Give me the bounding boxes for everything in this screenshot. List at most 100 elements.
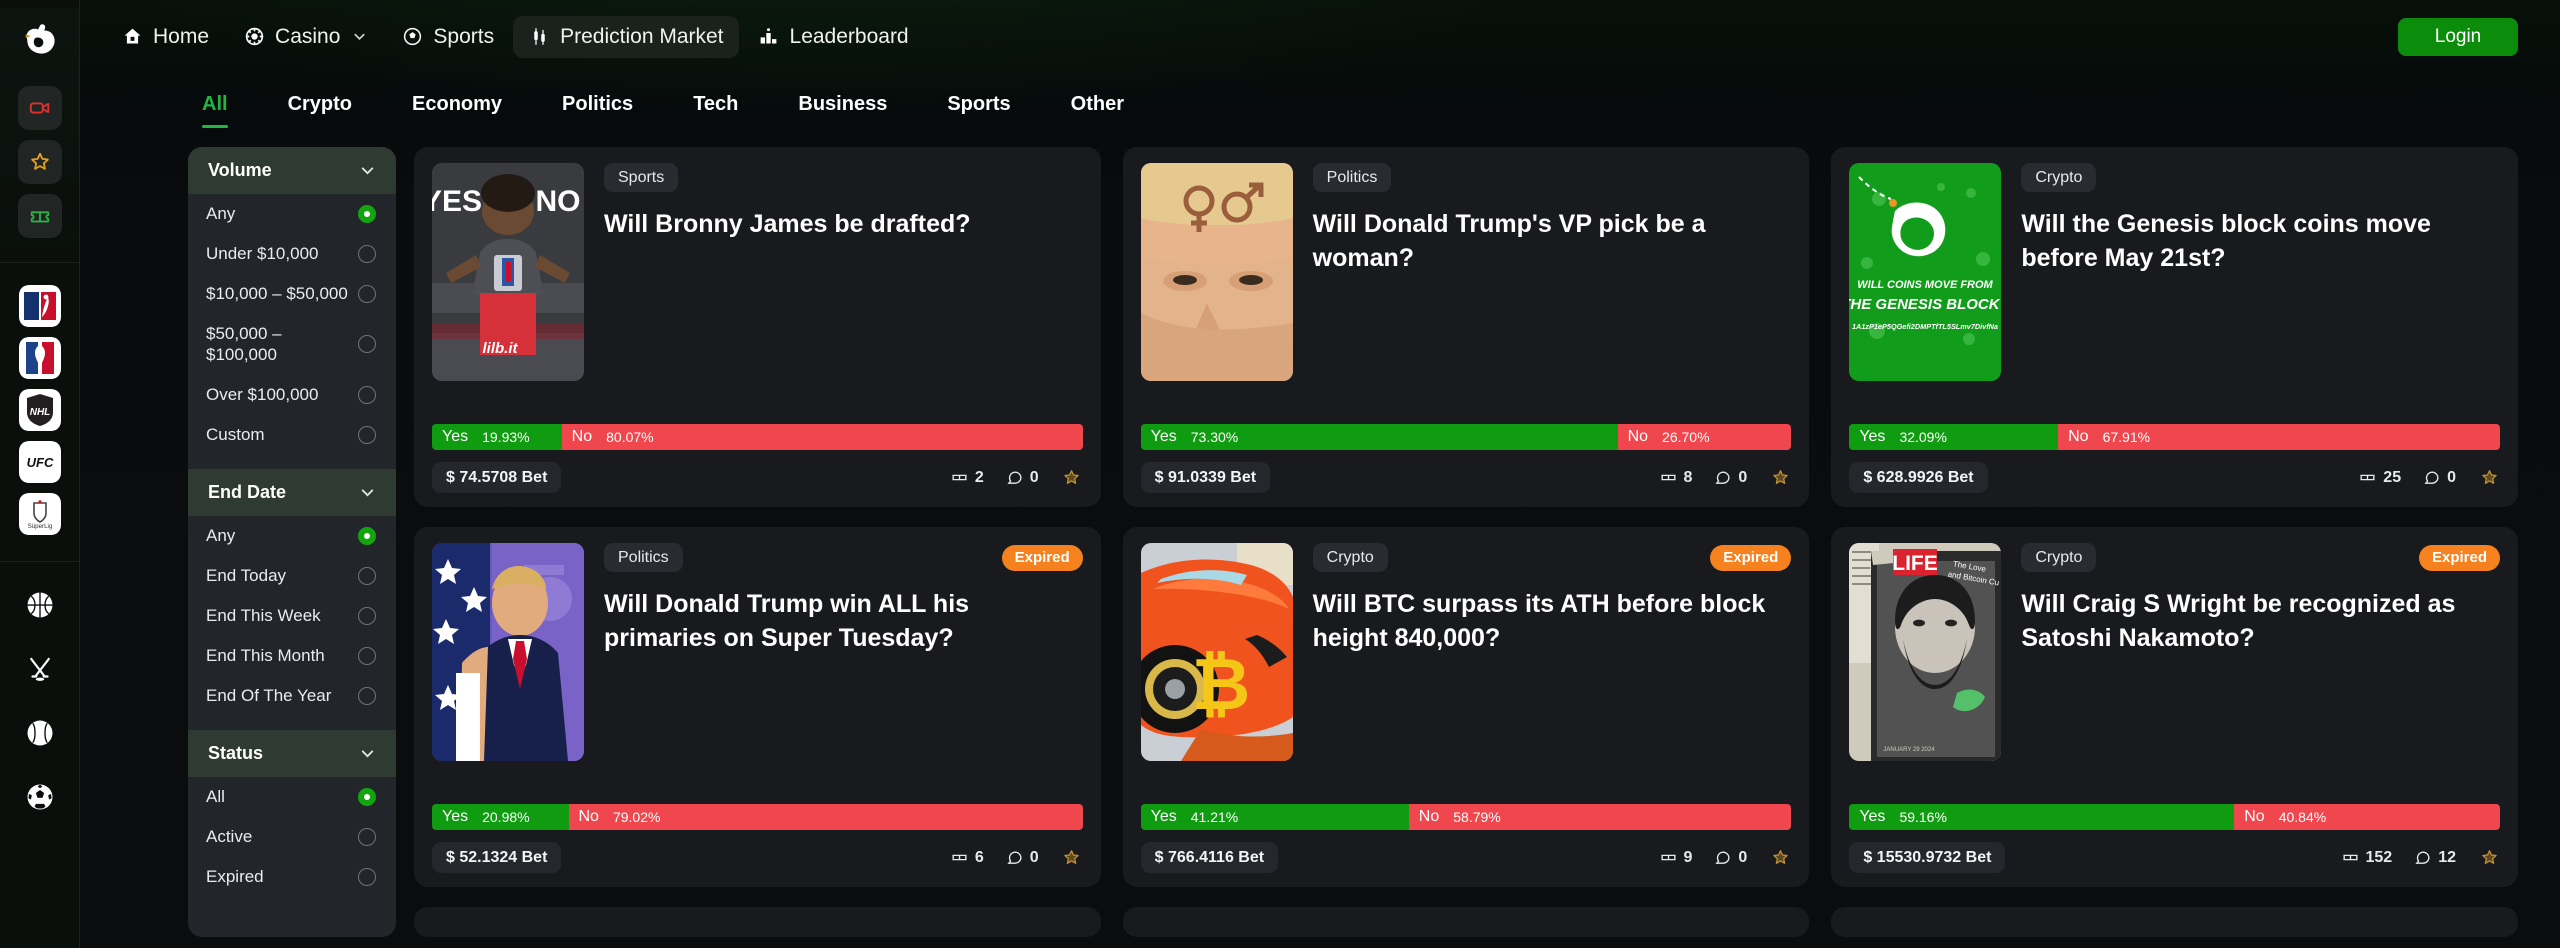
market-card[interactable]: ₿ Crypto Expired Will BTC surpass its AT… [1122,527,1810,887]
filter-option-volume-50000-100000[interactable]: $50,000 – $100,000 [188,314,396,375]
filter-option-status-active[interactable]: Active [188,817,396,857]
tab-economy[interactable]: Economy [382,93,532,128]
favorite-star-icon[interactable] [1061,847,1083,869]
radio-icon[interactable] [358,385,376,404]
tab-tech[interactable]: Tech [663,93,768,128]
filter-header-end-date[interactable]: End Date [188,468,396,516]
ticket-icon [1660,854,1676,861]
nba-logo-icon[interactable] [18,337,61,379]
superlig-logo-icon[interactable]: SüperLig [18,493,61,535]
market-card[interactable]: LIFE The Love and Bitcoin Cu JANUARY 29 … [1831,527,2518,887]
yes-no-odds-bar: Yes 59.16% No 40.84% [1849,804,2500,830]
baseball-icon[interactable] [23,716,57,750]
bets-count: 6 [974,848,984,866]
favorite-star-icon[interactable] [1769,847,1791,869]
market-card[interactable]: YES NO lilb.it Sports Will Bronny James … [414,147,1101,507]
favorites-star-icon[interactable] [17,140,62,184]
nav-label: Sports [433,24,495,48]
market-card[interactable]: WILL COINS MOVE FROM THE GENESIS BLOCK? … [1831,147,2518,507]
category-tag: Sports [604,163,679,192]
radio-icon[interactable] [358,646,376,665]
filter-option-enddate-end-today[interactable]: End Today [188,556,396,596]
filter-header-volume[interactable]: Volume [188,147,396,194]
filter-title: Volume [208,160,272,180]
radio-icon[interactable] [358,285,376,303]
nav-item-leaderboard[interactable]: Leaderboard [743,16,924,58]
tab-sports[interactable]: Sports [917,93,1040,128]
yes-label: Yes [442,808,469,825]
filter-option-status-all[interactable]: All [188,777,396,817]
login-button[interactable]: Login [2398,18,2518,56]
favorite-star-icon[interactable] [1769,467,1791,489]
nav-item-prediction-market[interactable]: Prediction Market [513,15,739,58]
filter-title: Status [208,742,264,763]
filter-option-status-expired[interactable]: Expired [188,857,396,897]
radio-icon[interactable] [358,686,376,705]
no-label: No [2068,428,2089,445]
bets-count-stat: 152 [2342,849,2392,867]
card-info: Crypto Expired Will BTC surpass its ATH … [1312,543,1792,804]
market-card[interactable]: Politics Expired Will Donald Trump win A… [414,527,1101,887]
svg-text:lilb.it: lilb.it [483,340,519,357]
filter-option-volume-under-10000[interactable]: Under $10,000 [188,234,396,274]
nav-item-casino[interactable]: Casino [228,16,382,58]
nav-item-sports[interactable]: Sports [386,16,509,58]
market-card[interactable]: Politics Will Donald Trump's VP pick be … [1122,147,1810,507]
favorite-star-icon[interactable] [2478,847,2500,869]
no-percent: 40.84% [2278,809,2327,825]
filter-option-volume-any[interactable]: Any [188,194,396,234]
filter-option-enddate-any[interactable]: Any [188,516,396,556]
filter-group-status: Status All Active Expired [188,729,396,897]
yes-segment: Yes 41.21% [1140,804,1409,830]
ufc-logo-icon[interactable]: UFC [18,441,61,483]
bets-count: 25 [2383,468,2402,486]
filter-option-enddate-end-this-month[interactable]: End This Month [188,636,396,676]
tab-crypto[interactable]: Crypto [258,93,382,128]
fist-logo-icon[interactable] [14,14,66,66]
radio-icon[interactable] [358,606,376,625]
filter-option-enddate-end-of-the-year[interactable]: End Of The Year [188,676,396,716]
favorite-star-icon[interactable] [1061,467,1083,489]
market-card[interactable] [1122,907,1810,937]
market-card[interactable] [414,907,1101,937]
comments-count: 0 [1738,848,1748,866]
promo-ticket-icon[interactable] [17,194,62,238]
tab-business[interactable]: Business [768,93,917,128]
radio-icon[interactable] [358,526,376,545]
podium-icon [758,26,780,48]
radio-icon[interactable] [358,827,376,846]
filter-option-volume-10000-50000[interactable]: $10,000 – $50,000 [188,274,396,314]
thumb-caption-3: 1A1zP1eP5QGefi2DMPTfTL5SLmv7DivfNa [1852,322,1998,331]
category-tag: Crypto [2021,543,2097,572]
comments-count-stat: 0 [1006,469,1039,487]
radio-icon[interactable] [358,335,376,354]
tab-all[interactable]: All [188,93,258,128]
filter-option-label: $10,000 – $50,000 [206,284,348,304]
filter-option-enddate-end-this-week[interactable]: End This Week [188,596,396,636]
filter-header-status[interactable]: Status [188,729,396,777]
ice-hockey-icon[interactable] [23,652,57,686]
mlb-logo-icon[interactable] [18,285,61,327]
radio-icon[interactable] [358,205,376,223]
live-video-icon[interactable] [17,86,62,130]
favorite-star-icon[interactable] [2478,467,2500,489]
nhl-logo-icon[interactable]: NHL [18,389,61,431]
filter-option-volume-custom[interactable]: Custom [188,415,396,455]
soccer-icon[interactable] [23,780,57,814]
tab-politics[interactable]: Politics [532,93,663,128]
comments-count: 12 [2438,848,2456,866]
radio-icon[interactable] [358,566,376,585]
radio-icon[interactable] [358,245,376,263]
market-card[interactable] [1831,907,2518,937]
radio-icon[interactable] [358,867,376,886]
card-info: Crypto Will the Genesis block coins move… [2021,163,2500,424]
radio-icon[interactable] [358,425,376,444]
tab-other[interactable]: Other [1041,93,1154,128]
card-top: WILL COINS MOVE FROM THE GENESIS BLOCK? … [1849,163,2500,424]
basketball-icon[interactable] [23,588,57,622]
svg-text:SüperLig: SüperLig [27,523,52,530]
nav-item-home[interactable]: Home [106,16,224,58]
filter-option-volume-over-100000[interactable]: Over $100,000 [188,375,396,415]
nav-label: Leaderboard [789,24,909,48]
radio-icon[interactable] [358,787,376,806]
